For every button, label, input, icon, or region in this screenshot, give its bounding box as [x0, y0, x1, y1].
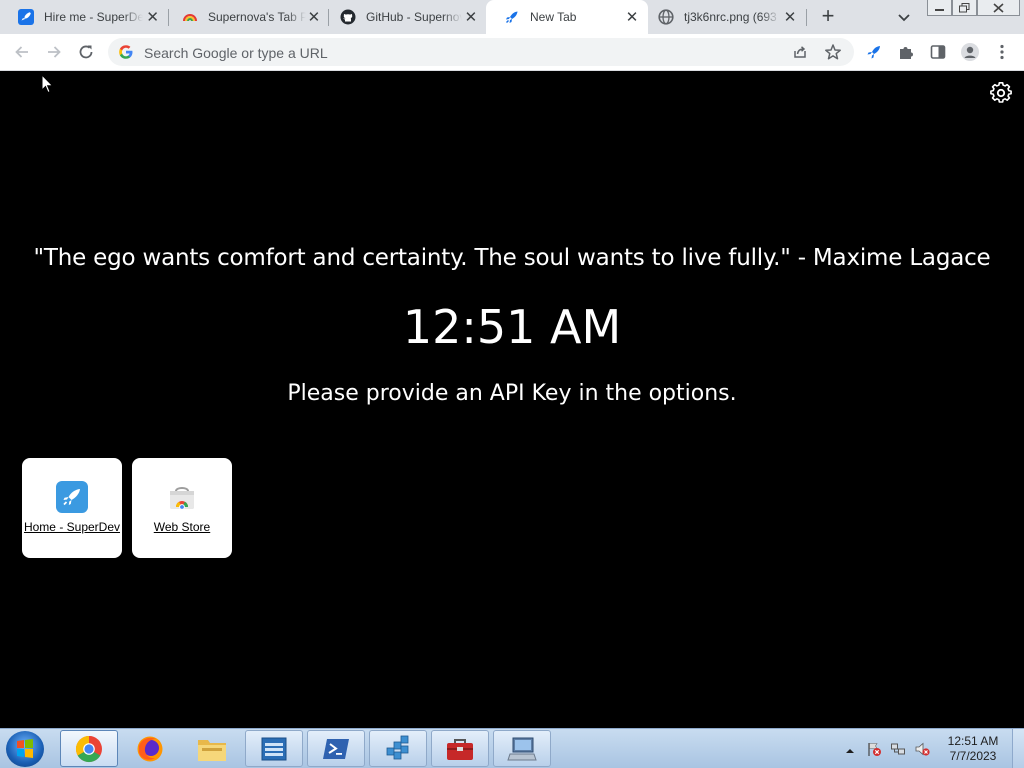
rocket-icon [18, 9, 34, 25]
shortcut-label[interactable]: Web Store [132, 520, 232, 534]
taskbar-time: 12:51 AM [947, 734, 999, 748]
browser-toolbar [0, 34, 1024, 71]
shortcut-label[interactable]: Home - SuperDev [22, 520, 122, 534]
reload-icon[interactable] [76, 42, 96, 62]
shortcut-tile-web-store[interactable]: Web Store [132, 458, 232, 558]
web-store-icon [166, 481, 198, 513]
folder-icon [198, 739, 226, 761]
tray-overflow-icon[interactable] [845, 743, 855, 753]
taskbar-chrome[interactable] [60, 730, 118, 767]
volume-muted-icon[interactable] [914, 741, 930, 757]
bookmark-star-icon[interactable] [824, 43, 842, 61]
action-center-flag-icon[interactable] [866, 741, 882, 757]
taskbar-network-computer[interactable] [493, 730, 551, 767]
clock-display: 12:51 AM [402, 300, 622, 354]
share-icon[interactable] [792, 44, 808, 60]
network-icon[interactable] [890, 741, 906, 757]
rocket-extension-icon[interactable] [864, 42, 884, 62]
chrome-icon [75, 735, 102, 762]
taskbar-registry-editor[interactable] [369, 730, 427, 767]
github-icon [340, 9, 356, 25]
new-tab-button[interactable]: + [816, 5, 840, 29]
tab-divider [806, 9, 807, 26]
tab-strip: Hire me - SuperDev ✕ Supernova's Tab Pag… [0, 0, 1024, 34]
close-icon[interactable]: ✕ [143, 8, 162, 26]
google-icon [118, 44, 134, 60]
back-icon[interactable] [12, 42, 32, 62]
close-window-button[interactable] [977, 0, 1020, 16]
tab-hire-me[interactable]: Hire me - SuperDev ✕ [0, 0, 168, 34]
tab-image[interactable]: tj3k6nrc.png (693 ✕ [640, 0, 806, 34]
rocket-icon [56, 481, 88, 513]
taskbar-powershell[interactable] [307, 730, 365, 767]
minimize-button[interactable] [927, 0, 952, 16]
toolbox-icon [447, 738, 473, 760]
extensions-puzzle-icon[interactable] [896, 42, 916, 62]
rocket-icon [504, 9, 520, 25]
omnibox[interactable] [108, 38, 854, 66]
globe-icon [658, 9, 674, 25]
close-icon[interactable]: ✕ [306, 8, 322, 26]
profile-avatar-icon[interactable] [960, 42, 980, 62]
tab-title: New Tab [530, 10, 577, 24]
tab-title: Supernova's Tab Page [208, 10, 306, 24]
windows-taskbar: 12:51 AM 7/7/2023 [0, 728, 1024, 768]
firefox-icon [137, 736, 163, 761]
tab-supernova[interactable]: Supernova's Tab Page ✕ [164, 0, 328, 34]
side-panel-icon[interactable] [928, 42, 948, 62]
api-key-notice: Please provide an API Key in the options… [287, 381, 737, 406]
shortcut-tile-home-superdev[interactable]: Home - SuperDev [22, 458, 122, 558]
show-desktop-button[interactable] [1012, 729, 1024, 768]
chevron-down-icon[interactable] [895, 8, 913, 26]
rainbow-icon [182, 9, 198, 25]
mouse-cursor-icon [41, 73, 55, 94]
address-input[interactable] [142, 42, 766, 64]
powershell-icon [323, 738, 349, 759]
close-icon[interactable]: ✕ [622, 8, 642, 26]
start-button[interactable] [6, 731, 44, 767]
quote-text: "The ego wants comfort and certainty. Th… [33, 245, 991, 271]
taskbar-server-manager[interactable] [245, 730, 303, 767]
server-manager-icon [261, 737, 287, 760]
registry-icon [386, 735, 409, 759]
taskbar-date: 7/7/2023 [949, 749, 997, 763]
tab-new-tab[interactable]: New Tab ✕ [486, 0, 648, 34]
computer-icon [507, 737, 537, 760]
taskbar-file-explorer[interactable] [183, 730, 241, 767]
tab-title: GitHub - Supernova [366, 10, 462, 24]
more-menu-icon[interactable] [992, 42, 1012, 62]
taskbar-toolbox[interactable] [431, 730, 489, 767]
gear-icon[interactable] [990, 82, 1012, 104]
taskbar-clock[interactable]: 12:51 AM 7/7/2023 [940, 734, 1006, 764]
tab-title: tj3k6nrc.png (693 [684, 10, 777, 24]
new-tab-page: "The ego wants comfort and certainty. Th… [0, 71, 1024, 728]
close-icon[interactable]: ✕ [780, 8, 800, 26]
restore-button[interactable] [952, 0, 977, 16]
taskbar-firefox[interactable] [121, 730, 179, 767]
tab-github[interactable]: GitHub - Supernova ✕ [322, 0, 486, 34]
close-icon[interactable]: ✕ [462, 8, 480, 26]
forward-icon[interactable] [44, 42, 64, 62]
tab-title: Hire me - SuperDev [44, 10, 144, 24]
